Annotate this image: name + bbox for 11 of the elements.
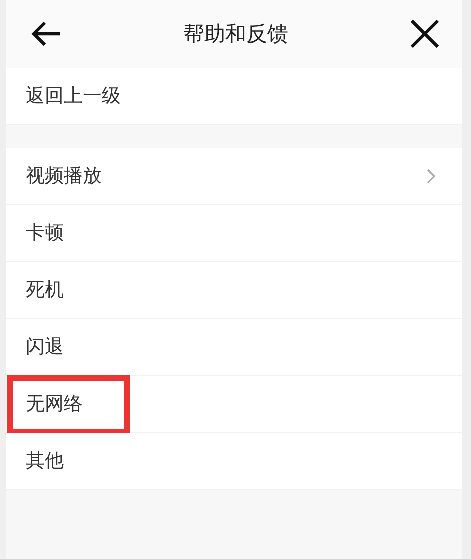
close-icon[interactable] [410,19,440,49]
menu-item[interactable]: 其他 [6,433,462,490]
back-arrow-icon[interactable] [30,20,62,48]
page-title: 帮助和反馈 [184,21,288,48]
menu-item[interactable]: 闪退 [6,319,462,376]
menu-item[interactable]: 死机 [6,262,462,319]
menu-item[interactable]: 无网络 [6,376,462,433]
chevron-right-icon [427,168,436,184]
menu-item[interactable]: 视频播放 [6,148,462,205]
menu-item[interactable]: 卡顿 [6,205,462,262]
back-menu-item[interactable]: 返回上一级 [6,68,462,125]
